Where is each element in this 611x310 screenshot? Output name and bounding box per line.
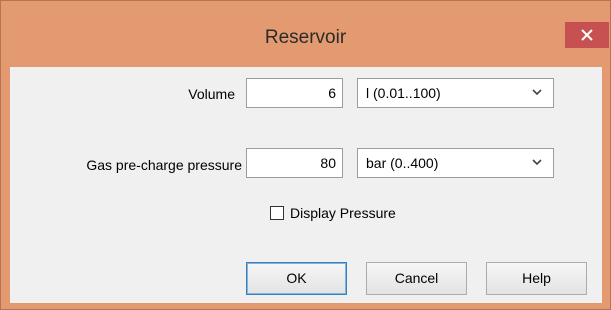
cancel-button[interactable]: Cancel bbox=[366, 262, 467, 295]
gas-pressure-unit-select[interactable]: bar (0..400) bbox=[357, 148, 554, 178]
close-icon bbox=[581, 29, 593, 41]
volume-input[interactable]: 6 bbox=[246, 78, 343, 108]
reservoir-dialog: Reservoir Volume 6 l (0.01..100) Gas pre… bbox=[0, 0, 611, 310]
dialog-body: Volume 6 l (0.01..100) Gas pre-charge pr… bbox=[10, 67, 602, 303]
close-button[interactable] bbox=[565, 22, 609, 48]
volume-unit-value: l (0.01..100) bbox=[366, 85, 441, 101]
display-pressure-label: Display Pressure bbox=[290, 205, 396, 221]
title-bar[interactable]: Reservoir bbox=[1, 1, 610, 61]
display-pressure-option[interactable]: Display Pressure bbox=[270, 204, 396, 222]
display-pressure-checkbox[interactable] bbox=[270, 206, 284, 220]
volume-unit-select[interactable]: l (0.01..100) bbox=[357, 78, 554, 108]
ok-button[interactable]: OK bbox=[246, 262, 347, 295]
chevron-down-icon bbox=[532, 89, 542, 96]
dialog-title: Reservoir bbox=[264, 27, 347, 48]
chevron-down-icon bbox=[532, 159, 542, 166]
volume-label: Volume bbox=[188, 86, 235, 102]
gas-pressure-label: Gas pre-charge pressure bbox=[86, 157, 242, 173]
gas-pressure-unit-value: bar (0..400) bbox=[366, 155, 439, 171]
help-button[interactable]: Help bbox=[486, 262, 587, 295]
gas-pressure-input[interactable]: 80 bbox=[246, 148, 343, 178]
